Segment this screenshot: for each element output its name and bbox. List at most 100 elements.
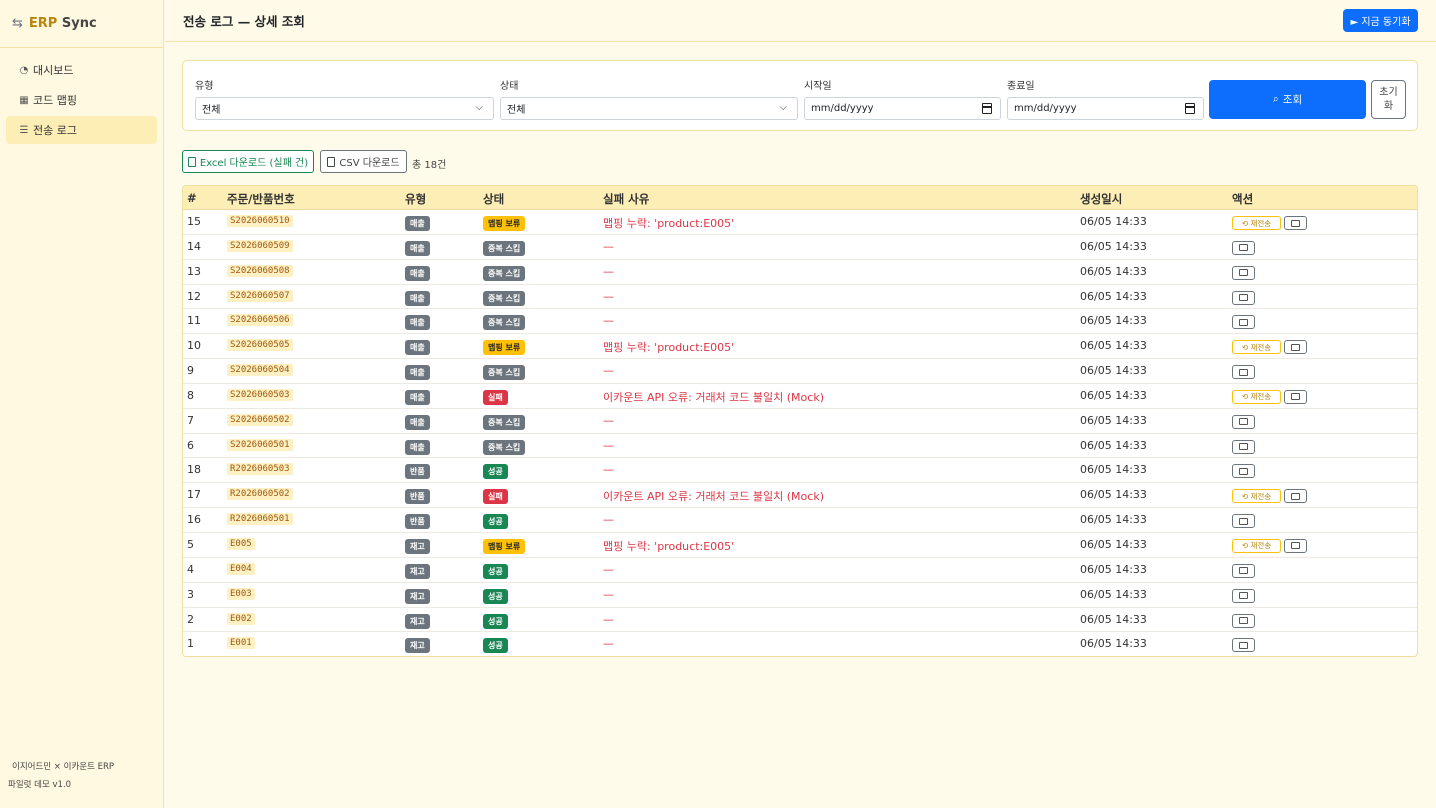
view-detail-button[interactable] — [1232, 365, 1255, 380]
status-select[interactable]: 전체 ⌵ — [500, 97, 798, 120]
row-number: 11 — [187, 314, 201, 328]
col-num[interactable]: # — [187, 191, 197, 205]
sidebar: ⇆ ERP Sync ◔ 대시보드 ▦ 코드 맵핑 ☰ 전송 로그 이지어드민 … — [0, 0, 164, 808]
retry-button[interactable]: ⟲ 재전송 — [1232, 538, 1281, 553]
order-number: E001 — [227, 637, 255, 650]
view-detail-button[interactable] — [1232, 439, 1255, 454]
view-detail-button[interactable] — [1232, 563, 1255, 578]
row-number: 2 — [187, 612, 194, 626]
excel-download-button[interactable]: Excel 다운로드 (실패 건) — [182, 150, 314, 173]
row-actions — [1232, 439, 1255, 454]
file-icon — [327, 156, 336, 167]
type-label: 유형 — [195, 81, 214, 92]
calendar-icon[interactable] — [982, 103, 992, 114]
row-actions — [1232, 563, 1255, 578]
retry-button[interactable]: ⟲ 재전송 — [1232, 389, 1281, 404]
status-badge: 중복 스킵 — [483, 365, 526, 381]
col-type[interactable]: 유형 — [405, 191, 426, 207]
row-number: 18 — [187, 463, 201, 477]
table-row: 11 S2026060506 매출 중복 스킵 — 06/05 14:33 — [183, 309, 1417, 335]
view-detail-button[interactable] — [1284, 389, 1307, 404]
retry-button[interactable]: ⟲ 재전송 — [1232, 489, 1281, 504]
view-detail-button[interactable] — [1232, 613, 1255, 628]
speedometer-icon: ◔ — [19, 64, 29, 76]
sidebar-item-code-mapping[interactable]: ▦ 코드 맵핑 — [6, 86, 157, 114]
reset-button[interactable]: 초기 화 — [1371, 80, 1406, 119]
col-order[interactable]: 주문/반품번호 — [227, 191, 295, 207]
view-detail-button[interactable] — [1284, 538, 1307, 553]
view-detail-button[interactable] — [1232, 514, 1255, 529]
table-row: 15 S2026060510 매출 맵핑 보류 맵핑 누락: 'product:E005… — [183, 210, 1417, 235]
sidebar-item-transfer-log[interactable]: ☰ 전송 로그 — [6, 116, 157, 144]
row-number: 8 — [187, 388, 194, 402]
status-badge: 성공 — [483, 514, 508, 530]
end-date-input[interactable]: mm/dd/yyyy — [1007, 97, 1204, 120]
col-created[interactable]: 생성일시 — [1080, 191, 1122, 207]
csv-download-label: CSV 다운로드 — [339, 158, 400, 169]
view-detail-button[interactable] — [1232, 240, 1255, 255]
row-actions — [1232, 290, 1255, 305]
view-detail-button[interactable] — [1232, 265, 1255, 280]
footer-line-2: 파일럿 데모 v1.0 — [8, 780, 72, 790]
status-badge: 맵핑 보류 — [483, 216, 526, 231]
excel-download-label: Excel 다운로드 (실패 건) — [199, 158, 309, 169]
row-actions: ⟲ 재전송 — [1232, 538, 1307, 553]
type-badge: 매출 — [405, 290, 430, 306]
row-number: 17 — [187, 488, 201, 502]
order-number: S2026060510 — [227, 215, 293, 227]
start-date-input[interactable]: mm/dd/yyyy — [804, 97, 1001, 120]
status-badge: 성공 — [483, 638, 508, 654]
created-at: 06/05 14:33 — [1080, 388, 1147, 402]
csv-download-button[interactable]: CSV 다운로드 — [320, 150, 407, 173]
created-at: 06/05 14:33 — [1080, 513, 1147, 527]
col-status[interactable]: 상태 — [483, 191, 504, 207]
created-at: 06/05 14:33 — [1080, 314, 1147, 328]
created-at: 06/05 14:33 — [1080, 264, 1147, 278]
view-detail-button[interactable] — [1284, 216, 1307, 230]
sync-now-button[interactable]: ► 지금 동기화 — [1343, 9, 1418, 32]
detail-icon — [1239, 368, 1248, 376]
view-detail-button[interactable] — [1232, 315, 1255, 330]
created-at: 06/05 14:33 — [1080, 537, 1147, 551]
total-count: 총 18건 — [412, 160, 447, 171]
view-detail-button[interactable] — [1232, 588, 1255, 603]
status-badge: 중복 스킵 — [483, 315, 526, 331]
order-number: S2026060502 — [227, 413, 293, 426]
order-number: E004 — [227, 562, 255, 575]
failure-reason: 맵핑 누락: 'product:E005' — [603, 539, 735, 553]
order-number: S2026060508 — [227, 264, 293, 277]
row-number: 7 — [187, 413, 194, 427]
table-row: 7 S2026060502 매출 중복 스킵 — 06/05 14:33 — [183, 409, 1417, 434]
sidebar-footer: 이지어드민 × 이카운트 ERP 파일럿 데모 v1.0 — [8, 758, 114, 794]
retry-button[interactable]: ⟲ 재전송 — [1232, 216, 1281, 230]
detail-icon — [1239, 517, 1248, 525]
view-detail-button[interactable] — [1232, 290, 1255, 305]
start-date-placeholder: mm/dd/yyyy — [811, 103, 874, 114]
failure-reason: — — [603, 413, 614, 427]
failure-reason: — — [603, 637, 614, 651]
table-icon: ▦ — [19, 94, 29, 106]
view-detail-button[interactable] — [1232, 464, 1255, 479]
view-detail-button[interactable] — [1232, 638, 1255, 653]
created-at: 06/05 14:33 — [1080, 289, 1147, 303]
brand-name: ERP Sync — [28, 16, 97, 31]
created-at: 06/05 14:33 — [1080, 339, 1147, 353]
view-detail-button[interactable] — [1232, 414, 1255, 429]
row-actions — [1232, 365, 1255, 380]
row-actions: ⟲ 재전송 — [1232, 489, 1307, 504]
search-button[interactable]: ⌕ 조회 — [1209, 80, 1366, 119]
table-header: # 주문/반품번호 유형 상태 실패 사유 생성일시 액션 — [183, 186, 1417, 210]
created-at: 06/05 14:33 — [1080, 463, 1147, 477]
failure-reason: 맵핑 누락: 'product:E005' — [603, 341, 735, 355]
calendar-icon[interactable] — [1185, 103, 1195, 114]
type-select[interactable]: 전체 ⌵ — [195, 97, 494, 120]
status-badge: 중복 스킵 — [483, 290, 526, 306]
brand[interactable]: ⇆ ERP Sync — [0, 0, 163, 48]
retry-button[interactable]: ⟲ 재전송 — [1232, 340, 1281, 355]
col-reason[interactable]: 실패 사유 — [603, 191, 649, 207]
sidebar-item-dashboard[interactable]: ◔ 대시보드 — [6, 56, 157, 84]
view-detail-button[interactable] — [1284, 340, 1307, 355]
sync-arrows-icon: ⇆ — [12, 16, 23, 31]
failure-reason: — — [603, 513, 614, 527]
view-detail-button[interactable] — [1284, 489, 1307, 504]
